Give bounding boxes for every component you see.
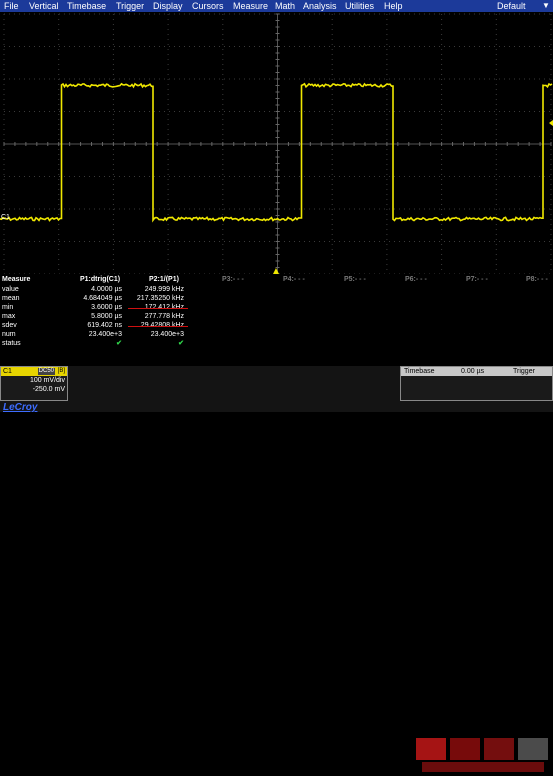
bandwidth-badge: [B]	[57, 368, 65, 374]
trigger-level-marker	[549, 120, 553, 126]
row-label: min	[2, 304, 14, 311]
channel-c1-header: C1 DC50 [B]	[1, 367, 67, 376]
waveform-trace-c1	[0, 82, 553, 223]
measure-column-p7[interactable]: P7:- - -	[466, 276, 488, 285]
measure-row-num: num 23.400e+3 23.400e+3	[0, 331, 553, 340]
menu-math[interactable]: Math	[275, 0, 295, 12]
graticule	[3, 13, 552, 274]
menu-trigger[interactable]: Trigger	[116, 0, 144, 12]
measure-column-p6[interactable]: P6:- - -	[405, 276, 427, 285]
preset-selector[interactable]: Default	[497, 0, 526, 12]
check-icon: ✔	[116, 340, 122, 347]
timebase-descriptor[interactable]: Timebase 0.00 µs Trigger	[400, 366, 553, 401]
measure-header-label: Measure	[2, 276, 31, 283]
p1-sdev: 619.402 ns	[87, 322, 122, 329]
mean-highlight-underline	[128, 308, 188, 309]
measure-column-p5[interactable]: P5:- - -	[344, 276, 366, 285]
measure-row-min: min 3.6000 µs 172.412 kHz	[0, 304, 553, 313]
channel-c1-descriptor[interactable]: C1 DC50 [B] 100 mV/div -250.0 mV	[0, 366, 68, 401]
waveform-display[interactable]: C1	[0, 12, 553, 274]
timebase-label: Timebase	[404, 368, 435, 375]
channel-descriptor-bar: C1 DC50 [B] 100 mV/div -250.0 mV LeCroy …	[0, 366, 553, 772]
watermark-image	[416, 738, 548, 772]
p1-mean: 4.684049 µs	[83, 295, 122, 302]
channel-offset: -250.0 mV	[32, 386, 65, 393]
row-label: max	[2, 313, 16, 320]
menu-utilities[interactable]: Utilities	[345, 0, 374, 12]
menu-display[interactable]: Display	[153, 0, 183, 12]
channel-marker-c1: C1	[1, 214, 10, 221]
coupling-badge: DC50	[37, 368, 55, 375]
p1-num: 23.400e+3	[88, 331, 122, 338]
measure-header-row: Measure P1:dtrig(C1) P2:1/(P1) P3:- - - …	[0, 276, 553, 285]
measure-row-sdev: sdev 619.402 ns 29.42808 kHz	[0, 322, 553, 331]
p2-value: 249.999 kHz	[144, 286, 184, 293]
measure-row-max: max 5.8000 µs 277.778 kHz	[0, 313, 553, 322]
measure-row-value: value 4.0000 µs 249.999 kHz	[0, 286, 553, 295]
p2-max: 277.778 kHz	[144, 313, 184, 320]
check-icon: ✔	[178, 340, 184, 347]
menu-vertical[interactable]: Vertical	[29, 0, 59, 12]
measure-column-p1[interactable]: P1:dtrig(C1)	[80, 276, 120, 285]
timebase-header: Timebase 0.00 µs Trigger	[401, 367, 552, 376]
measure-column-p4[interactable]: P4:- - -	[283, 276, 305, 285]
measure-column-p2[interactable]: P2:1/(P1)	[149, 276, 179, 285]
row-label: sdev	[2, 322, 17, 329]
volts-per-div: 100 mV/div	[29, 377, 65, 384]
row-label: mean	[2, 295, 20, 302]
menu-help[interactable]: Help	[384, 0, 403, 12]
brand-logo: LeCroy	[3, 402, 38, 413]
measure-column-p3[interactable]: P3:- - -	[222, 276, 244, 285]
menu-bar: File Vertical Timebase Trigger Display C…	[0, 0, 553, 12]
p1-value: 4.0000 µs	[91, 286, 122, 293]
menu-analysis[interactable]: Analysis	[303, 0, 337, 12]
row-label: value	[2, 286, 19, 293]
menu-file[interactable]: File	[4, 0, 19, 12]
menu-cursors[interactable]: Cursors	[192, 0, 224, 12]
channel-label: C1	[3, 368, 12, 375]
menu-timebase[interactable]: Timebase	[67, 0, 106, 12]
row-label: num	[2, 331, 16, 338]
p1-min: 3.6000 µs	[91, 304, 122, 311]
measure-row-mean: mean 4.684049 µs 217.35250 kHz	[0, 295, 553, 304]
chevron-down-icon[interactable]: ▼	[539, 0, 553, 12]
max-highlight-underline	[128, 326, 188, 327]
p2-num: 23.400e+3	[150, 331, 184, 338]
measure-row-status: status ✔ ✔	[0, 340, 553, 349]
row-label: status	[2, 340, 21, 347]
trigger-label: Trigger	[513, 368, 535, 375]
menu-measure[interactable]: Measure	[233, 0, 268, 12]
p2-mean: 217.35250 kHz	[136, 295, 184, 302]
timebase-delay: 0.00 µs	[461, 368, 485, 375]
measure-table: Measure P1:dtrig(C1) P2:1/(P1) P3:- - - …	[0, 274, 553, 366]
p1-max: 5.8000 µs	[91, 313, 122, 320]
measure-column-p8[interactable]: P8:- - -	[526, 276, 548, 285]
